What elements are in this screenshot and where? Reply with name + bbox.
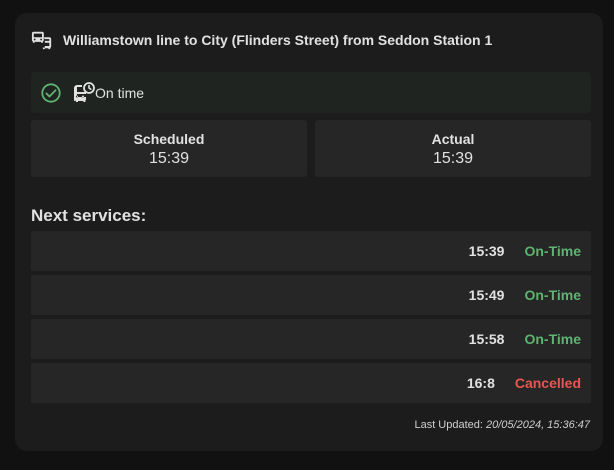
actual-box: Actual 15:39 [315, 120, 591, 177]
time-comparison: Scheduled 15:39 Actual 15:39 [31, 120, 591, 177]
card-header: Williamstown line to City (Flinders Stre… [31, 29, 492, 51]
transit-card: Williamstown line to City (Flinders Stre… [15, 13, 603, 451]
service-row: 16:8 Cancelled [31, 363, 591, 403]
scheduled-value: 15:39 [148, 150, 190, 167]
service-status: On-Time [524, 287, 581, 303]
status-banner: On time [31, 72, 591, 113]
service-time: 15:58 [468, 331, 505, 347]
scheduled-box: Scheduled 15:39 [31, 120, 307, 177]
bus-clock-icon [73, 81, 95, 102]
service-status: On-Time [524, 243, 581, 259]
service-status: On-Time [524, 331, 581, 347]
service-time: 15:39 [468, 243, 505, 259]
next-services-list: 15:39 On-Time 15:49 On-Time 15:58 On-Tim… [31, 231, 591, 407]
service-row: 15:58 On-Time [31, 319, 591, 359]
service-row: 15:49 On-Time [31, 275, 591, 315]
last-updated: Last Updated: 20/05/2024, 15:36:47 [414, 419, 590, 431]
service-time: 15:49 [468, 287, 505, 303]
service-status: Cancelled [514, 375, 581, 391]
actual-value: 15:39 [432, 150, 474, 167]
last-updated-timestamp: 20/05/2024, 15:36:47 [486, 419, 590, 431]
card-title: Williamstown line to City (Flinders Stre… [63, 32, 493, 48]
check-circle-icon [41, 82, 61, 103]
service-row: 15:39 On-Time [31, 231, 591, 271]
service-time: 16:8 [466, 375, 495, 391]
next-services-heading: Next services: [31, 206, 147, 225]
tram-bus-icon [31, 31, 52, 50]
status-text: On time [95, 84, 145, 101]
actual-label: Actual [431, 131, 475, 147]
scheduled-label: Scheduled [133, 131, 205, 147]
last-updated-label: Last Updated: [414, 419, 483, 431]
